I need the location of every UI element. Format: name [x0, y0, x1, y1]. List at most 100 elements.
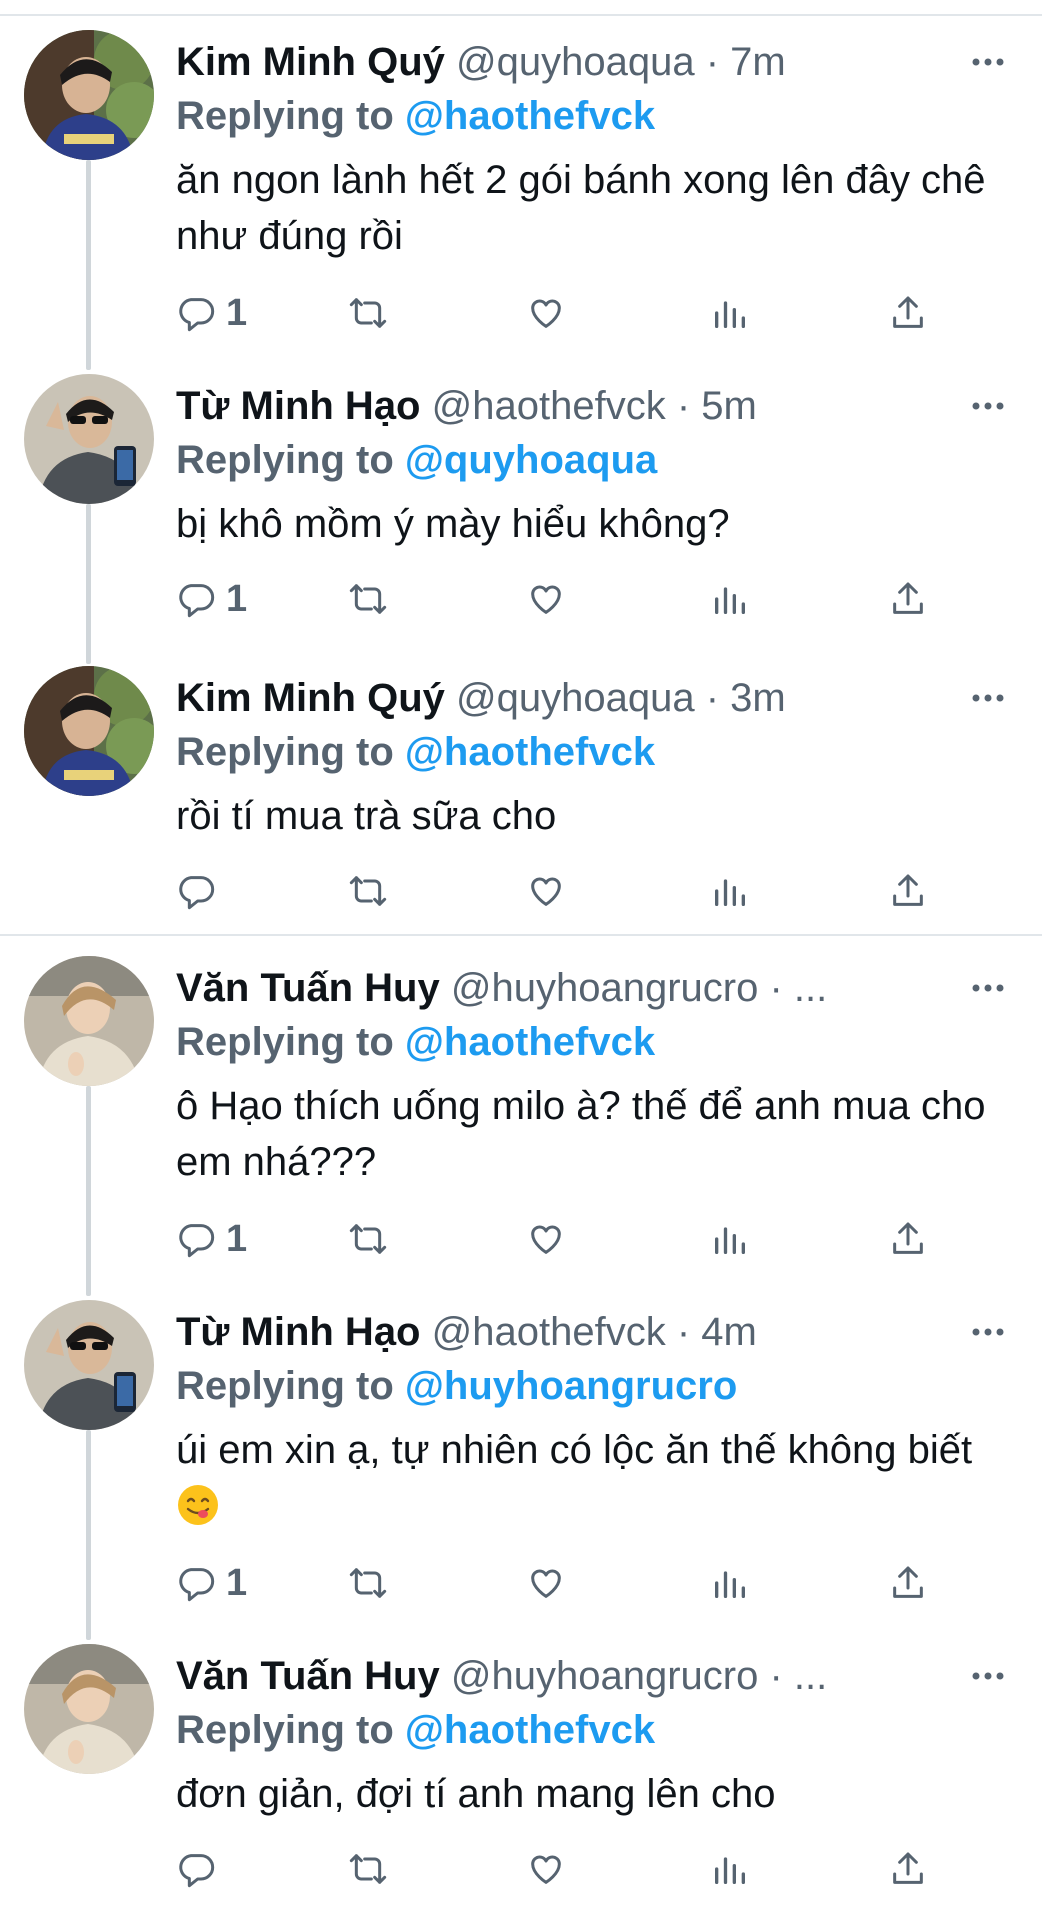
reply-button[interactable] [176, 866, 226, 916]
separator: · [676, 384, 691, 428]
reply-icon [179, 298, 215, 332]
display-name[interactable]: Kim Minh Quý [176, 676, 445, 720]
more-icon[interactable] [968, 42, 1008, 82]
thread-connector [86, 160, 91, 370]
views-button[interactable] [710, 574, 750, 624]
user-handle[interactable]: @haothefvck [432, 1310, 666, 1354]
user-handle[interactable]: @haothefvck [432, 384, 666, 428]
replying-to: Replying to @huyhoangrucro [176, 1360, 737, 1412]
share-button[interactable] [888, 1214, 928, 1264]
user-handle[interactable]: @quyhoaqua [456, 676, 695, 720]
separator: · [769, 966, 783, 1010]
replying-to: Replying to @haothefvck [176, 726, 655, 778]
replying-to-link[interactable]: @haothefvck [405, 730, 655, 774]
timestamp[interactable]: ... [794, 966, 827, 1010]
analytics-icon [715, 879, 745, 906]
retweet-icon [349, 1568, 387, 1598]
display-name[interactable]: Từ Minh Hạo [176, 1310, 421, 1354]
replying-to-link[interactable]: @haothefvck [405, 1708, 655, 1752]
share-button[interactable] [888, 866, 928, 916]
display-name[interactable]: Văn Tuấn Huy [176, 966, 440, 1010]
conversation-divider [0, 934, 1042, 936]
tweet-header: Văn Tuấn Huy @huyhoangrucro · ... [176, 1650, 1006, 1702]
share-icon [893, 296, 923, 328]
tweet-actions [176, 1844, 936, 1894]
avatar[interactable] [24, 374, 154, 504]
more-icon[interactable] [968, 1656, 1008, 1696]
retweet-button[interactable] [348, 288, 388, 338]
display-name[interactable]: Từ Minh Hạo [176, 384, 421, 428]
like-button[interactable] [526, 1214, 566, 1264]
display-name[interactable]: Kim Minh Quý [176, 40, 445, 84]
timestamp[interactable]: 3m [730, 676, 786, 720]
like-button[interactable] [526, 574, 566, 624]
heart-icon [531, 1569, 561, 1598]
share-icon [893, 1566, 923, 1598]
like-button[interactable] [526, 1844, 566, 1894]
avatar[interactable] [24, 1644, 154, 1774]
analytics-icon [715, 1571, 745, 1598]
like-button[interactable] [526, 288, 566, 338]
retweet-button[interactable] [348, 574, 388, 624]
tweet-header: Kim Minh Quý @quyhoaqua · 3m [176, 672, 1006, 724]
timestamp[interactable]: 4m [701, 1310, 757, 1354]
top-divider [0, 14, 1042, 16]
reply-button[interactable] [176, 1844, 226, 1894]
tweet-actions: 1 [176, 288, 936, 338]
reply-button[interactable]: 1 [176, 574, 247, 624]
user-handle[interactable]: @quyhoaqua [456, 40, 695, 84]
tweet-actions: 1 [176, 574, 936, 624]
timestamp[interactable]: ... [794, 1654, 827, 1698]
avatar[interactable] [24, 30, 154, 160]
timestamp[interactable]: 5m [701, 384, 757, 428]
like-button[interactable] [526, 866, 566, 916]
more-icon[interactable] [968, 386, 1008, 426]
avatar[interactable] [24, 1300, 154, 1430]
views-button[interactable] [710, 1214, 750, 1264]
more-icon[interactable] [968, 1312, 1008, 1352]
views-button[interactable] [710, 288, 750, 338]
analytics-icon [715, 301, 745, 328]
tweet-text: bị khô mồm ý mày hiểu không? [176, 502, 730, 546]
share-button[interactable] [888, 574, 928, 624]
display-name[interactable]: Văn Tuấn Huy [176, 1654, 440, 1698]
views-button[interactable] [710, 1844, 750, 1894]
analytics-icon [715, 1227, 745, 1254]
retweet-button[interactable] [348, 1844, 388, 1894]
user-handle[interactable]: @huyhoangrucro [451, 1654, 758, 1698]
tweet-text: ô Hạo thích uống milo à? thế để anh mua … [176, 1084, 986, 1184]
reply-button[interactable]: 1 [176, 1558, 247, 1608]
replying-to-link[interactable]: @haothefvck [405, 94, 655, 138]
avatar[interactable] [24, 666, 154, 796]
replying-to-label: Replying to [176, 438, 394, 482]
retweet-button[interactable] [348, 866, 388, 916]
retweet-button[interactable] [348, 1558, 388, 1608]
replying-to-label: Replying to [176, 1364, 394, 1408]
timestamp[interactable]: 7m [730, 40, 786, 84]
reply-button[interactable]: 1 [176, 1214, 247, 1264]
views-button[interactable] [710, 866, 750, 916]
replying-to-link[interactable]: @quyhoaqua [405, 438, 657, 482]
share-button[interactable] [888, 1844, 928, 1894]
heart-icon [531, 585, 561, 614]
retweet-button[interactable] [348, 1214, 388, 1264]
tweet-thread: Kim Minh Quý @quyhoaqua · 7m Replying to… [0, 0, 1042, 1920]
user-handle[interactable]: @huyhoangrucro [451, 966, 758, 1010]
share-icon [893, 1852, 923, 1884]
more-icon[interactable] [968, 968, 1008, 1008]
views-button[interactable] [710, 1558, 750, 1608]
replying-to-link[interactable]: @huyhoangrucro [405, 1364, 737, 1408]
more-icon[interactable] [968, 678, 1008, 718]
tweet-actions: 1 [176, 1214, 936, 1264]
avatar[interactable] [24, 956, 154, 1086]
reply-icon [179, 876, 215, 910]
share-button[interactable] [888, 1558, 928, 1608]
like-button[interactable] [526, 1558, 566, 1608]
share-button[interactable] [888, 288, 928, 338]
tweet-text: úi em xin ạ, tự nhiên có lộc ăn thế khôn… [176, 1422, 996, 1534]
tweet-header: Văn Tuấn Huy @huyhoangrucro · ... [176, 962, 1006, 1014]
tweet-header: Từ Minh Hạo @haothefvck · 4m [176, 1306, 1006, 1358]
reply-button[interactable]: 1 [176, 288, 247, 338]
replying-to-link[interactable]: @haothefvck [405, 1020, 655, 1064]
replying-to: Replying to @haothefvck [176, 1016, 655, 1068]
